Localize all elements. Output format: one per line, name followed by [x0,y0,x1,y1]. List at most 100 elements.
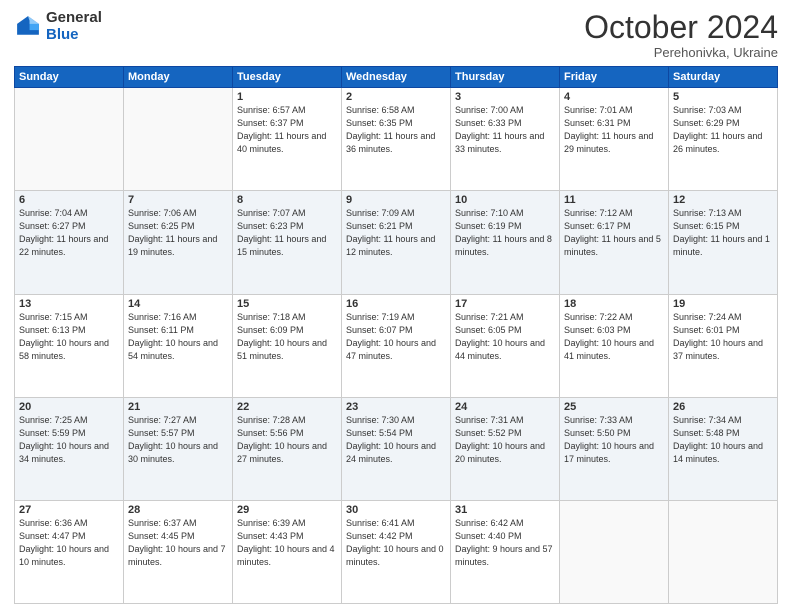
daylight-text: Daylight: 11 hours and 36 minutes. [346,130,446,156]
sunrise-text: Sunrise: 7:03 AM [673,104,773,117]
table-row: 31Sunrise: 6:42 AMSunset: 4:40 PMDayligh… [451,500,560,603]
table-row: 1Sunrise: 6:57 AMSunset: 6:37 PMDaylight… [233,88,342,191]
day-number: 17 [455,298,555,310]
day-info: Sunrise: 7:07 AMSunset: 6:23 PMDaylight:… [237,207,337,259]
daylight-text: Daylight: 10 hours and 20 minutes. [455,440,555,466]
day-info: Sunrise: 7:30 AMSunset: 5:54 PMDaylight:… [346,414,446,466]
table-row: 11Sunrise: 7:12 AMSunset: 6:17 PMDayligh… [560,191,669,294]
sunset-text: Sunset: 6:07 PM [346,324,446,337]
day-info: Sunrise: 7:15 AMSunset: 6:13 PMDaylight:… [19,311,119,363]
sunrise-text: Sunrise: 7:13 AM [673,207,773,220]
sunset-text: Sunset: 6:01 PM [673,324,773,337]
day-number: 16 [346,298,446,310]
day-number: 28 [128,504,228,516]
col-monday: Monday [124,67,233,88]
day-number: 12 [673,194,773,206]
sunrise-text: Sunrise: 7:09 AM [346,207,446,220]
day-number: 9 [346,194,446,206]
sunset-text: Sunset: 6:33 PM [455,117,555,130]
sunset-text: Sunset: 5:48 PM [673,427,773,440]
table-row: 25Sunrise: 7:33 AMSunset: 5:50 PMDayligh… [560,397,669,500]
daylight-text: Daylight: 11 hours and 5 minutes. [564,233,664,259]
sunset-text: Sunset: 6:17 PM [564,220,664,233]
day-number: 14 [128,298,228,310]
day-info: Sunrise: 7:00 AMSunset: 6:33 PMDaylight:… [455,104,555,156]
day-info: Sunrise: 7:13 AMSunset: 6:15 PMDaylight:… [673,207,773,259]
day-info: Sunrise: 7:04 AMSunset: 6:27 PMDaylight:… [19,207,119,259]
col-wednesday: Wednesday [342,67,451,88]
day-info: Sunrise: 7:03 AMSunset: 6:29 PMDaylight:… [673,104,773,156]
table-row: 28Sunrise: 6:37 AMSunset: 4:45 PMDayligh… [124,500,233,603]
sunset-text: Sunset: 6:21 PM [346,220,446,233]
table-row: 13Sunrise: 7:15 AMSunset: 6:13 PMDayligh… [15,294,124,397]
daylight-text: Daylight: 10 hours and 47 minutes. [346,337,446,363]
calendar-week-row: 13Sunrise: 7:15 AMSunset: 6:13 PMDayligh… [15,294,778,397]
day-info: Sunrise: 6:39 AMSunset: 4:43 PMDaylight:… [237,517,337,569]
sunrise-text: Sunrise: 6:58 AM [346,104,446,117]
sunset-text: Sunset: 6:15 PM [673,220,773,233]
sunset-text: Sunset: 5:54 PM [346,427,446,440]
table-row: 23Sunrise: 7:30 AMSunset: 5:54 PMDayligh… [342,397,451,500]
sunset-text: Sunset: 5:52 PM [455,427,555,440]
logo-blue: Blue [46,27,102,44]
daylight-text: Daylight: 11 hours and 8 minutes. [455,233,555,259]
logo-icon [14,13,42,41]
day-info: Sunrise: 7:19 AMSunset: 6:07 PMDaylight:… [346,311,446,363]
day-info: Sunrise: 6:42 AMSunset: 4:40 PMDaylight:… [455,517,555,569]
sunrise-text: Sunrise: 7:24 AM [673,311,773,324]
table-row: 8Sunrise: 7:07 AMSunset: 6:23 PMDaylight… [233,191,342,294]
sunset-text: Sunset: 6:35 PM [346,117,446,130]
day-number: 22 [237,401,337,413]
sunrise-text: Sunrise: 7:15 AM [19,311,119,324]
logo-general: General [46,10,102,27]
daylight-text: Daylight: 10 hours and 4 minutes. [237,543,337,569]
sunset-text: Sunset: 5:57 PM [128,427,228,440]
table-row [560,500,669,603]
day-number: 29 [237,504,337,516]
table-row: 16Sunrise: 7:19 AMSunset: 6:07 PMDayligh… [342,294,451,397]
daylight-text: Daylight: 10 hours and 7 minutes. [128,543,228,569]
daylight-text: Daylight: 11 hours and 26 minutes. [673,130,773,156]
day-number: 23 [346,401,446,413]
sunrise-text: Sunrise: 7:19 AM [346,311,446,324]
sunrise-text: Sunrise: 7:16 AM [128,311,228,324]
daylight-text: Daylight: 11 hours and 29 minutes. [564,130,664,156]
table-row: 21Sunrise: 7:27 AMSunset: 5:57 PMDayligh… [124,397,233,500]
sunset-text: Sunset: 6:23 PM [237,220,337,233]
day-number: 13 [19,298,119,310]
daylight-text: Daylight: 10 hours and 54 minutes. [128,337,228,363]
calendar-table: Sunday Monday Tuesday Wednesday Thursday… [14,66,778,604]
sunset-text: Sunset: 6:25 PM [128,220,228,233]
day-number: 24 [455,401,555,413]
sunset-text: Sunset: 5:50 PM [564,427,664,440]
daylight-text: Daylight: 10 hours and 17 minutes. [564,440,664,466]
table-row: 2Sunrise: 6:58 AMSunset: 6:35 PMDaylight… [342,88,451,191]
sunrise-text: Sunrise: 6:42 AM [455,517,555,530]
table-row: 10Sunrise: 7:10 AMSunset: 6:19 PMDayligh… [451,191,560,294]
daylight-text: Daylight: 11 hours and 19 minutes. [128,233,228,259]
daylight-text: Daylight: 10 hours and 24 minutes. [346,440,446,466]
day-info: Sunrise: 7:01 AMSunset: 6:31 PMDaylight:… [564,104,664,156]
day-number: 5 [673,91,773,103]
table-row: 6Sunrise: 7:04 AMSunset: 6:27 PMDaylight… [15,191,124,294]
sunset-text: Sunset: 4:45 PM [128,530,228,543]
sunset-text: Sunset: 6:11 PM [128,324,228,337]
day-info: Sunrise: 7:22 AMSunset: 6:03 PMDaylight:… [564,311,664,363]
day-info: Sunrise: 7:28 AMSunset: 5:56 PMDaylight:… [237,414,337,466]
col-saturday: Saturday [669,67,778,88]
sunset-text: Sunset: 4:42 PM [346,530,446,543]
sunrise-text: Sunrise: 7:30 AM [346,414,446,427]
day-info: Sunrise: 6:36 AMSunset: 4:47 PMDaylight:… [19,517,119,569]
daylight-text: Daylight: 11 hours and 22 minutes. [19,233,119,259]
day-info: Sunrise: 7:31 AMSunset: 5:52 PMDaylight:… [455,414,555,466]
calendar-week-row: 27Sunrise: 6:36 AMSunset: 4:47 PMDayligh… [15,500,778,603]
day-info: Sunrise: 7:25 AMSunset: 5:59 PMDaylight:… [19,414,119,466]
logo: General Blue [14,10,102,43]
sunrise-text: Sunrise: 7:12 AM [564,207,664,220]
day-info: Sunrise: 7:16 AMSunset: 6:11 PMDaylight:… [128,311,228,363]
day-info: Sunrise: 7:27 AMSunset: 5:57 PMDaylight:… [128,414,228,466]
day-info: Sunrise: 7:10 AMSunset: 6:19 PMDaylight:… [455,207,555,259]
day-number: 3 [455,91,555,103]
sunrise-text: Sunrise: 7:06 AM [128,207,228,220]
daylight-text: Daylight: 10 hours and 58 minutes. [19,337,119,363]
